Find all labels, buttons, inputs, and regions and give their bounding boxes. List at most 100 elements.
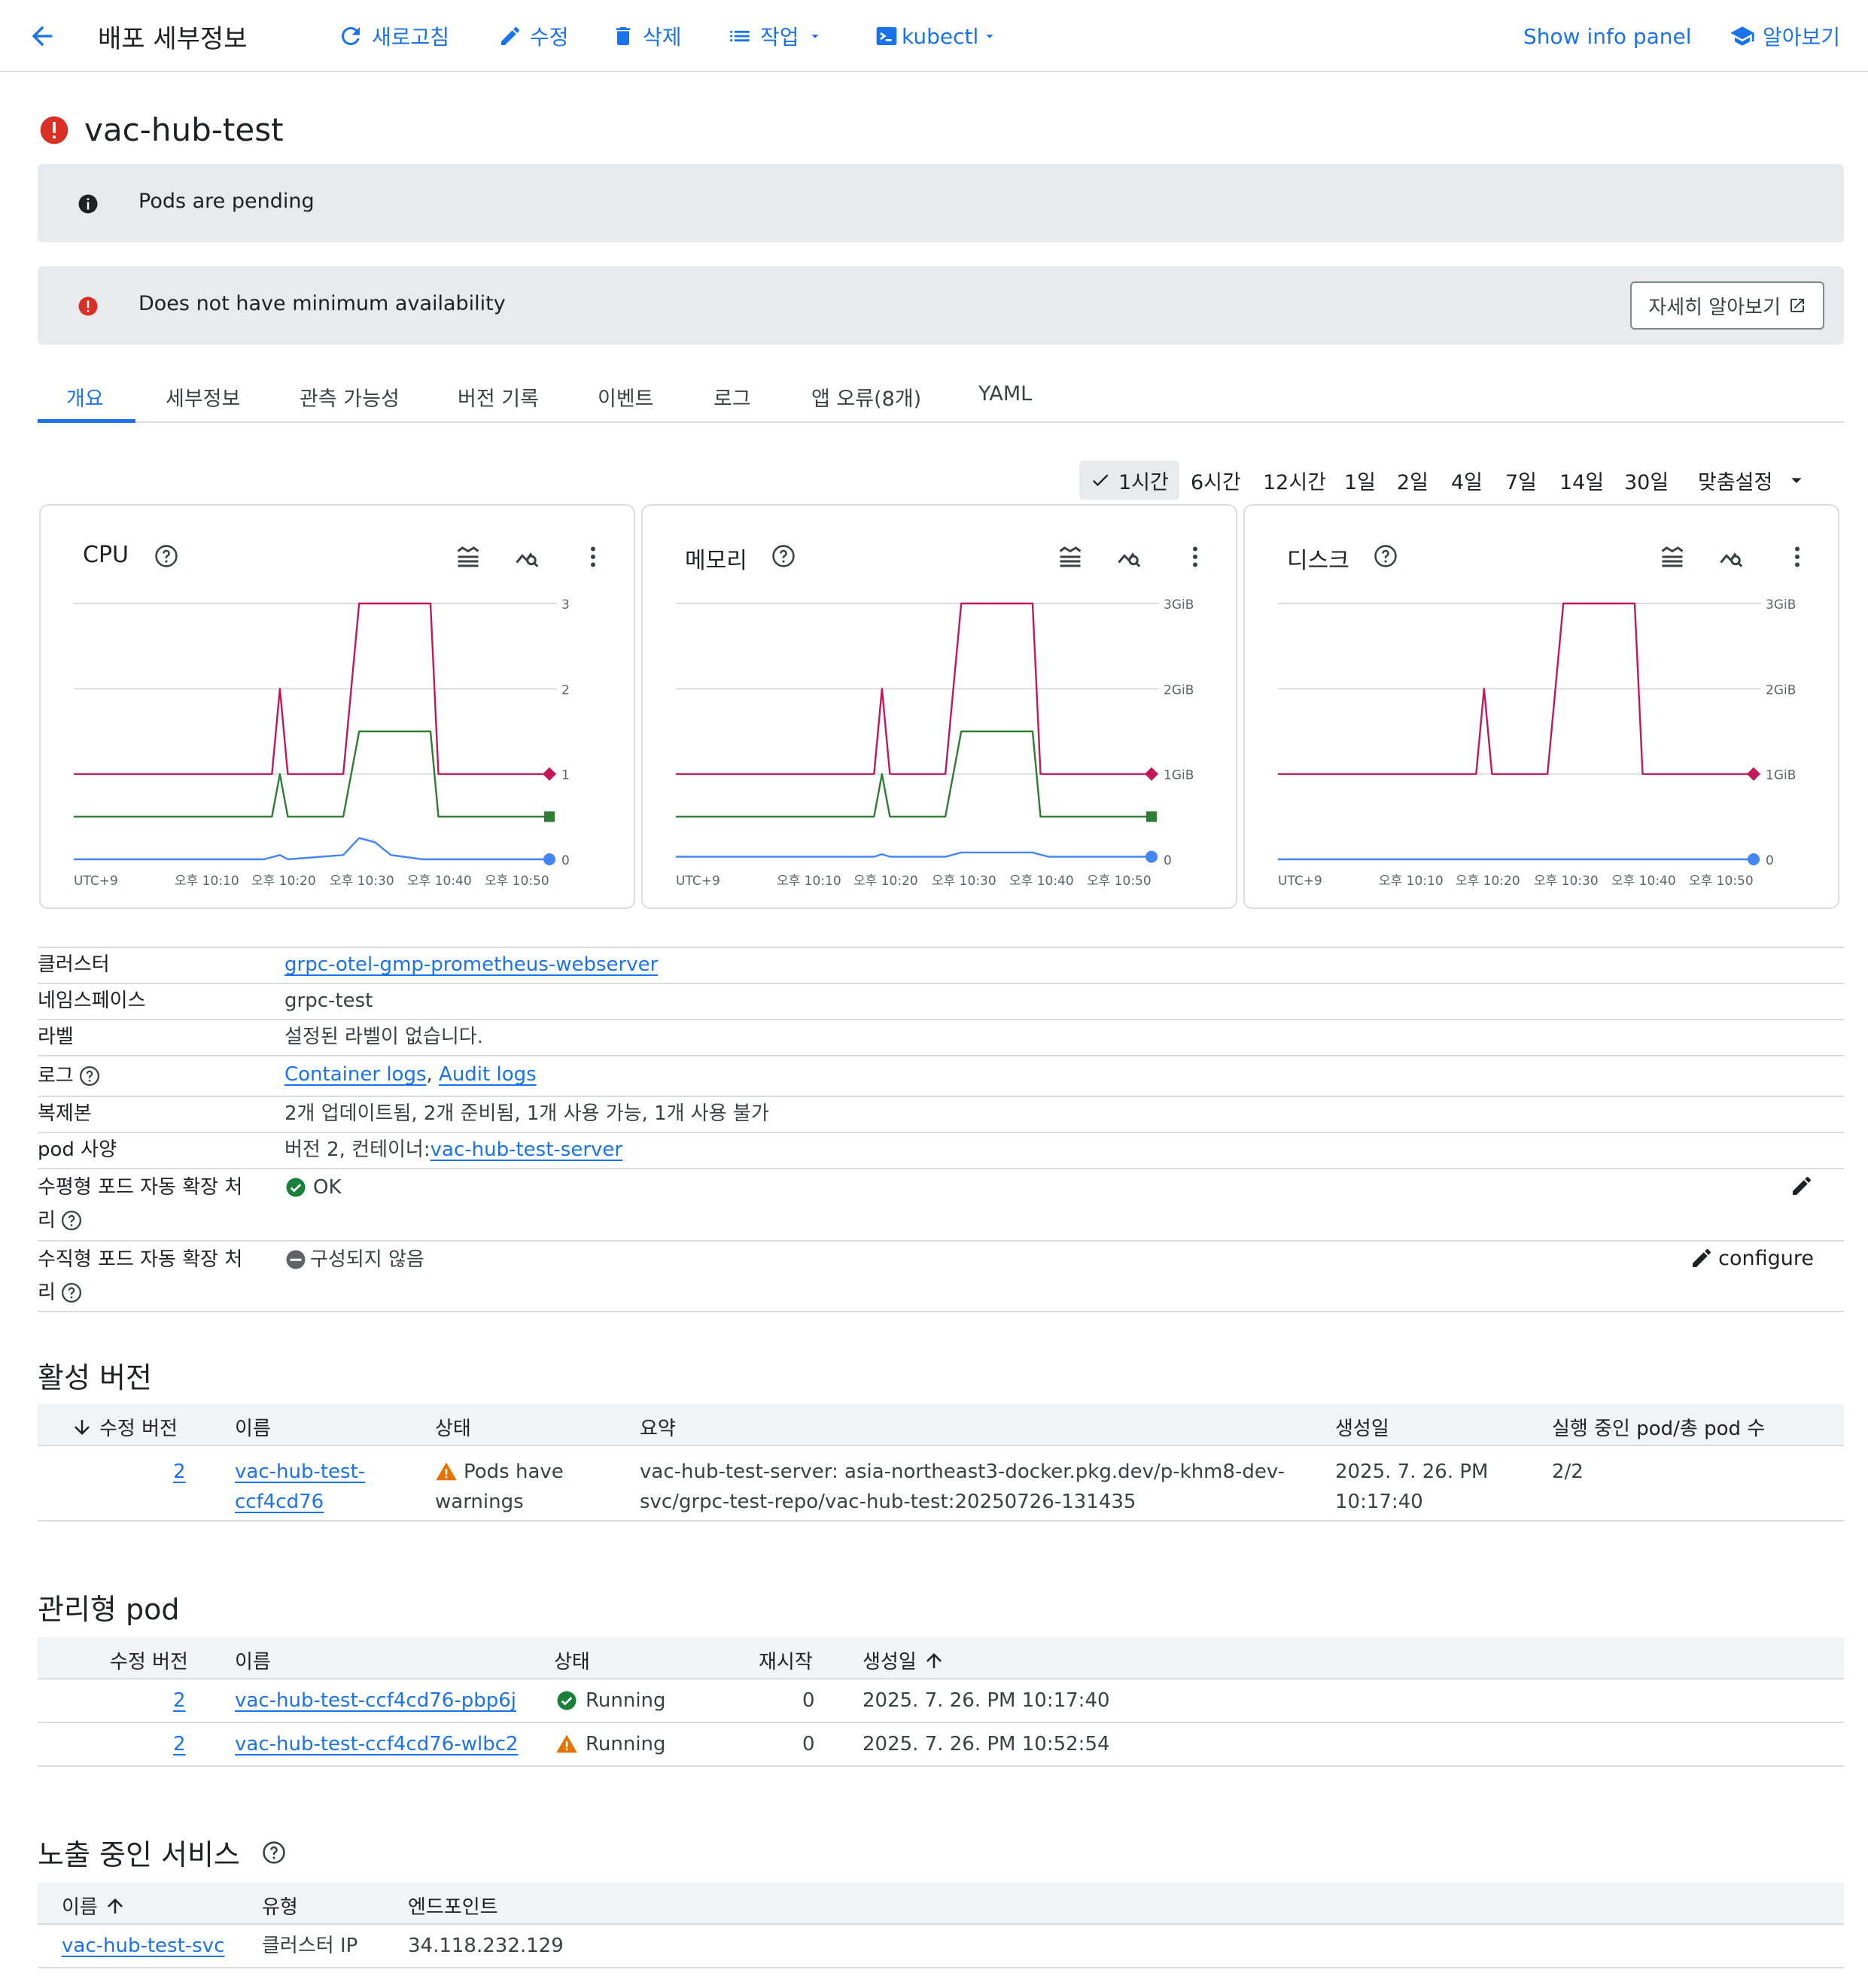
help-icon[interactable] bbox=[261, 1840, 287, 1865]
separator: , bbox=[426, 1063, 433, 1086]
y-tick-label: 1 bbox=[561, 768, 570, 783]
detail-key: 라벨 bbox=[38, 1026, 74, 1048]
column-header-endpoint[interactable]: 엔드포인트 bbox=[408, 1892, 498, 1920]
column-header-summary[interactable]: 요약 bbox=[640, 1413, 676, 1441]
delete-button[interactable]: 삭제 bbox=[611, 20, 682, 53]
pod-status: Running bbox=[555, 1729, 666, 1759]
revision-name-link[interactable]: vac-hub-test- ccf4cd76 bbox=[235, 1457, 365, 1517]
series-line bbox=[676, 851, 1152, 858]
table-row: 2 vac-hub-test-ccf4cd76-pbp6j Running 0 … bbox=[38, 1679, 1844, 1723]
check-icon bbox=[1092, 474, 1109, 487]
learn-more-button[interactable]: 자세히 알아보기 bbox=[1630, 281, 1824, 330]
tab-logs[interactable]: 로그 bbox=[713, 382, 751, 412]
container-logs-link[interactable]: Container logs bbox=[284, 1063, 427, 1086]
tab-yaml[interactable]: YAML bbox=[978, 382, 1032, 406]
memory-chart-card: 메모리 0 1GiB 2GiB 3GiB UTC+9 오후 10:10 오후 10:20 오후… bbox=[641, 504, 1237, 909]
service-name-link[interactable]: vac-hub-test-svc bbox=[62, 1931, 224, 1961]
tab-app-errors[interactable]: 앱 오류(8개) bbox=[811, 382, 921, 412]
y-tick-label: 0 bbox=[1766, 853, 1774, 868]
actions-label: 작업 bbox=[760, 25, 799, 50]
details-table: 클러스터 grpc-otel-gmp-prometheus-webserver … bbox=[38, 947, 1844, 1312]
configure-vpa-button[interactable]: configure bbox=[1690, 1246, 1814, 1270]
tab-overview[interactable]: 개요 bbox=[66, 382, 104, 412]
tab-details[interactable]: 세부정보 bbox=[166, 382, 240, 412]
minus-circle-icon bbox=[286, 1250, 306, 1269]
column-header-name[interactable]: 이름 bbox=[235, 1646, 271, 1674]
column-header-name[interactable]: 이름 bbox=[62, 1892, 126, 1920]
actions-menu[interactable]: 작업 bbox=[727, 20, 823, 53]
learn-more-label: 자세히 알아보기 bbox=[1648, 296, 1781, 319]
learn-button[interactable]: 알아보기 bbox=[1730, 20, 1840, 53]
column-header-restarts[interactable]: 재시작 bbox=[759, 1646, 813, 1674]
detail-row-vpa: 수직형 포드 자동 확장 처 리 구성되지 않음 configure bbox=[38, 1240, 1844, 1312]
terminal-icon bbox=[876, 27, 897, 45]
edit-button[interactable]: 수정 bbox=[498, 20, 569, 53]
time-range-1d[interactable]: 1일 bbox=[1344, 461, 1376, 500]
kubectl-menu[interactable]: kubectl bbox=[875, 20, 998, 53]
container-link[interactable]: vac-hub-test-server bbox=[430, 1138, 622, 1161]
time-range-4d[interactable]: 4일 bbox=[1451, 461, 1483, 500]
tab-revision-history[interactable]: 버전 기록 bbox=[458, 382, 539, 412]
services-table-header: 이름 유형 엔드포인트 bbox=[38, 1883, 1844, 1925]
time-range-1h[interactable]: 1시간 bbox=[1079, 461, 1179, 500]
time-range-14d[interactable]: 14일 bbox=[1559, 461, 1604, 500]
column-header-created[interactable]: 생성일 bbox=[1335, 1413, 1389, 1441]
time-range-custom[interactable]: 맞춤설정 bbox=[1698, 461, 1809, 500]
tab-observability[interactable]: 관측 가능성 bbox=[300, 382, 400, 412]
refresh-icon bbox=[342, 26, 360, 45]
time-range-7d[interactable]: 7일 bbox=[1505, 461, 1537, 500]
revision-link[interactable]: 2 bbox=[173, 1457, 186, 1487]
detail-row-namespace: 네임스페이스 grpc-test bbox=[38, 983, 1844, 1019]
column-header-created[interactable]: 생성일 bbox=[863, 1646, 945, 1674]
trash-icon bbox=[616, 27, 631, 45]
arrow-down-icon bbox=[75, 1419, 90, 1435]
cluster-link[interactable]: grpc-otel-gmp-prometheus-webserver bbox=[284, 948, 658, 981]
detail-value: Container logs, Audit logs bbox=[284, 1058, 537, 1091]
detail-row-cluster: 클러스터 grpc-otel-gmp-prometheus-webserver bbox=[38, 947, 1844, 983]
y-tick-label: 1GiB bbox=[1766, 768, 1796, 783]
info-banner-text: Pods are pending bbox=[138, 190, 315, 213]
column-header-status[interactable]: 상태 bbox=[435, 1413, 471, 1441]
time-range-6h[interactable]: 6시간 bbox=[1191, 461, 1241, 500]
x-tick-label: 오후 10:50 bbox=[1689, 874, 1754, 889]
help-icon[interactable] bbox=[60, 1281, 83, 1304]
back-button[interactable] bbox=[27, 20, 57, 53]
column-header-revision[interactable]: 수정 버전 bbox=[110, 1646, 188, 1674]
detail-key: 클러스터 bbox=[38, 953, 110, 976]
pod-name-link[interactable]: vac-hub-test-ccf4cd76-wlbc2 bbox=[235, 1729, 519, 1759]
time-range-2d[interactable]: 2일 bbox=[1397, 461, 1428, 500]
column-header-type[interactable]: 유형 bbox=[262, 1892, 298, 1920]
section-title-services: 노출 중인 서비스 bbox=[38, 1831, 287, 1873]
refresh-button[interactable]: 새로고침 bbox=[337, 20, 449, 53]
show-info-panel-label: Show info panel bbox=[1523, 23, 1692, 49]
y-tick-label: 3GiB bbox=[1766, 597, 1796, 613]
pod-restarts: 0 bbox=[802, 1733, 815, 1755]
column-header-name[interactable]: 이름 bbox=[235, 1413, 271, 1441]
detail-value: grpc-test bbox=[284, 989, 373, 1012]
arrow-up-icon bbox=[926, 1652, 942, 1668]
detail-key: 네임스페이스 bbox=[38, 989, 146, 1012]
pod-created: 2025. 7. 26. PM 10:52:54 bbox=[863, 1733, 1110, 1755]
column-header-pods[interactable]: 실행 중인 pod/총 pod 수 bbox=[1552, 1413, 1765, 1441]
edit-hpa-button[interactable] bbox=[1790, 1174, 1814, 1198]
pod-revision-link[interactable]: 2 bbox=[173, 1686, 186, 1716]
y-tick-label: 2GiB bbox=[1164, 682, 1194, 698]
pod-revision-link[interactable]: 2 bbox=[173, 1729, 186, 1759]
column-header-status[interactable]: 상태 bbox=[554, 1646, 590, 1674]
detail-row-labels: 라벨 설정된 라벨이 없습니다. bbox=[38, 1019, 1844, 1055]
time-range-30d[interactable]: 30일 bbox=[1624, 461, 1669, 500]
audit-logs-link[interactable]: Audit logs bbox=[439, 1063, 537, 1086]
help-icon[interactable] bbox=[78, 1065, 101, 1087]
arrow-back-icon bbox=[32, 26, 53, 47]
help-icon[interactable] bbox=[60, 1209, 83, 1232]
detail-key: 수직형 포드 자동 확장 처 리 bbox=[38, 1248, 243, 1304]
school-icon bbox=[1730, 26, 1754, 46]
warning-icon bbox=[556, 1734, 577, 1753]
pod-name-link[interactable]: vac-hub-test-ccf4cd76-pbp6j bbox=[235, 1686, 516, 1716]
tab-events[interactable]: 이벤트 bbox=[598, 382, 654, 412]
x-tick-label: 오후 10:40 bbox=[407, 874, 472, 889]
service-type: 클러스터 IP bbox=[262, 1935, 358, 1957]
show-info-panel-button[interactable]: Show info panel bbox=[1523, 20, 1692, 53]
time-range-12h[interactable]: 12시간 bbox=[1263, 461, 1326, 500]
column-header-revision[interactable]: 수정 버전 bbox=[71, 1413, 178, 1441]
